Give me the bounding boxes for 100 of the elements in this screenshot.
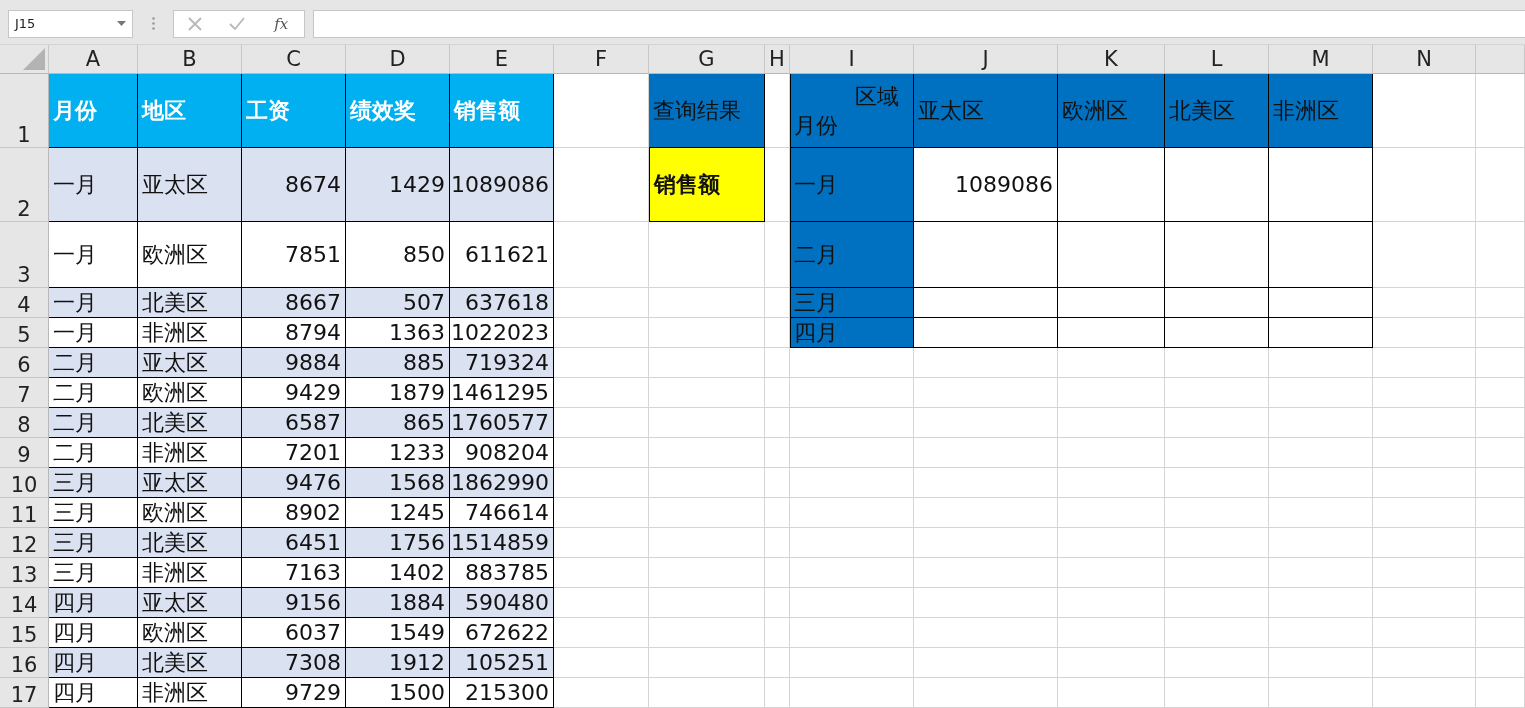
table-cell: 637618 xyxy=(450,288,554,318)
row-header[interactable]: 3 xyxy=(0,222,49,288)
empty-cell xyxy=(765,498,790,528)
empty-cell xyxy=(765,408,790,438)
column-header[interactable]: G xyxy=(649,45,765,74)
empty-cell xyxy=(1476,648,1525,678)
table-cell: 1429 xyxy=(346,148,450,222)
row-header[interactable]: 8 xyxy=(0,408,49,438)
row-header[interactable]: 4 xyxy=(0,288,49,318)
table-cell: 1500 xyxy=(346,678,450,708)
empty-cell xyxy=(1476,618,1525,648)
row-header[interactable]: 17 xyxy=(0,678,49,708)
header-cell: 一月 xyxy=(790,148,914,222)
header-cell: 绩效奖 xyxy=(346,74,450,148)
table-cell: 9729 xyxy=(242,678,346,708)
dropdown-caret-icon[interactable] xyxy=(117,21,126,26)
table-cell: 北美区 xyxy=(138,528,242,558)
column-axis-label: 区域 xyxy=(855,83,899,111)
empty-cell xyxy=(1476,528,1525,558)
table-cell: 三月 xyxy=(49,468,138,498)
header-cell: 二月 xyxy=(790,222,914,288)
empty-cell xyxy=(765,318,790,348)
highlighted-cell: 销售额 xyxy=(649,148,765,222)
name-box[interactable]: J15 xyxy=(8,9,133,38)
grip-dots-icon xyxy=(151,17,155,30)
row-header[interactable]: 13 xyxy=(0,558,49,588)
empty-cell xyxy=(765,618,790,648)
empty-cell xyxy=(765,288,790,318)
row-header[interactable]: 2 xyxy=(0,148,49,222)
table-cell: 亚太区 xyxy=(138,348,242,378)
header-cell: 三月 xyxy=(790,288,914,318)
column-header[interactable]: A xyxy=(49,45,138,74)
column-header[interactable]: J xyxy=(914,45,1058,74)
table-cell: 1884 xyxy=(346,588,450,618)
table-cell: 四月 xyxy=(49,588,138,618)
header-cell: 工资 xyxy=(242,74,346,148)
empty-cell xyxy=(1476,222,1525,288)
table-cell: 1089086 xyxy=(914,148,1058,222)
insert-function-button[interactable]: fx xyxy=(272,14,291,33)
column-header[interactable]: D xyxy=(346,45,450,74)
table-cell: 亚太区 xyxy=(138,148,242,222)
table-cell: 885 xyxy=(346,348,450,378)
table-cell: 719324 xyxy=(450,348,554,378)
row-header[interactable]: 10 xyxy=(0,468,49,498)
row-header[interactable]: 5 xyxy=(0,318,49,348)
header-cell: 查询结果 xyxy=(649,74,765,148)
table-cell: 北美区 xyxy=(138,288,242,318)
header-cell: 非洲区 xyxy=(1269,74,1373,148)
empty-cell xyxy=(1476,498,1525,528)
table-cell: 北美区 xyxy=(138,648,242,678)
column-header[interactable]: F xyxy=(554,45,649,74)
table-cell: 非洲区 xyxy=(138,678,242,708)
header-cell: 北美区 xyxy=(1165,74,1269,148)
empty-cell xyxy=(765,438,790,468)
cancel-icon[interactable] xyxy=(187,16,202,31)
checkmark-icon[interactable] xyxy=(229,17,245,30)
table-cell: 四月 xyxy=(49,648,138,678)
row-header[interactable]: 12 xyxy=(0,528,49,558)
column-header[interactable] xyxy=(1476,45,1525,74)
table-cell: 105251 xyxy=(450,648,554,678)
row-header[interactable]: 6 xyxy=(0,348,49,378)
row-header[interactable]: 14 xyxy=(0,588,49,618)
table-cell: 1089086 xyxy=(450,148,554,222)
formula-input[interactable] xyxy=(313,9,1525,38)
column-header[interactable]: B xyxy=(138,45,242,74)
table-cell: 9156 xyxy=(242,588,346,618)
row-header[interactable]: 1 xyxy=(0,74,49,148)
table-cell: 8674 xyxy=(242,148,346,222)
row-header[interactable]: 11 xyxy=(0,498,49,528)
header-cell: 地区 xyxy=(138,74,242,148)
empty-cell xyxy=(765,468,790,498)
row-header[interactable]: 7 xyxy=(0,378,49,408)
table-cell: 亚太区 xyxy=(138,468,242,498)
column-header[interactable]: L xyxy=(1165,45,1269,74)
table-cell: 1568 xyxy=(346,468,450,498)
empty-cell xyxy=(1476,678,1525,708)
row-header[interactable]: 15 xyxy=(0,618,49,648)
column-header[interactable]: C xyxy=(242,45,346,74)
table-cell: 一月 xyxy=(49,148,138,222)
column-header[interactable]: N xyxy=(1373,45,1476,74)
empty-cell xyxy=(1476,588,1525,618)
row-axis-label: 月份 xyxy=(794,112,838,140)
column-header[interactable]: H xyxy=(765,45,790,74)
column-header[interactable]: K xyxy=(1058,45,1165,74)
table-cell: 6587 xyxy=(242,408,346,438)
select-all-icon[interactable] xyxy=(23,48,45,70)
column-header[interactable]: E xyxy=(450,45,554,74)
table-cell: 8667 xyxy=(242,288,346,318)
empty-cell xyxy=(765,678,790,708)
table-cell: 一月 xyxy=(49,288,138,318)
row-header[interactable]: 9 xyxy=(0,438,49,468)
table-cell: 1862990 xyxy=(450,468,554,498)
cell-reference: J15 xyxy=(15,16,36,31)
empty-cell xyxy=(765,222,790,288)
empty-cell xyxy=(1476,318,1525,348)
row-header[interactable]: 16 xyxy=(0,648,49,678)
table-cell: 三月 xyxy=(49,528,138,558)
column-header[interactable]: M xyxy=(1269,45,1373,74)
table-cell: 二月 xyxy=(49,408,138,438)
column-header[interactable]: I xyxy=(790,45,914,74)
